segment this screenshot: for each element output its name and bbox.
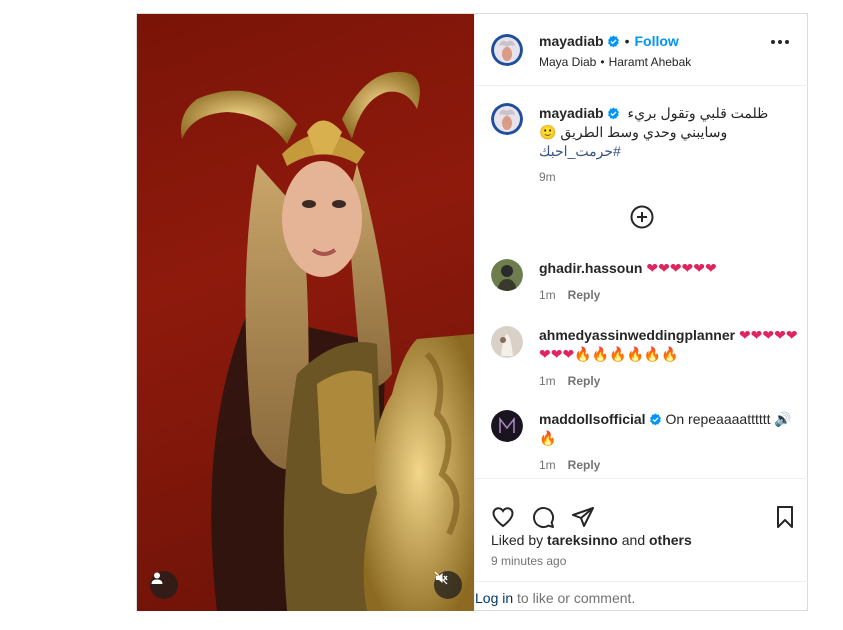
share-icon	[572, 507, 594, 527]
like-button[interactable]	[491, 505, 515, 534]
more-options-button[interactable]	[771, 40, 789, 44]
audio-title[interactable]: Haramt Ahebak	[609, 55, 692, 69]
comment-body: ghadir.hassoun ❤❤❤❤❤❤ 1m Reply	[539, 259, 799, 305]
verified-icon	[607, 107, 619, 120]
save-button[interactable]	[773, 505, 797, 534]
caption-line-2: وسايبني وحدي وسط الطريق 🙂	[539, 124, 728, 140]
avatar-image	[491, 410, 523, 442]
likes-summary: Liked by tareksinno and others	[491, 532, 692, 548]
likes-and: and	[621, 532, 646, 548]
avatar-image	[491, 103, 523, 135]
reply-button[interactable]: Reply	[568, 374, 601, 388]
login-rest-text: to like or comment.	[517, 590, 636, 606]
login-link[interactable]: Log in	[475, 590, 513, 606]
heart-icon	[492, 507, 514, 528]
mute-icon	[434, 571, 448, 585]
more-icon	[771, 40, 775, 44]
commenter-avatar[interactable]	[491, 326, 523, 358]
separator-dot: •	[624, 33, 630, 49]
comment-text: ❤❤❤❤❤❤	[646, 260, 717, 276]
caption: mayadiab ظلمت قلبي وتقول بريء وسايبني وح…	[539, 104, 779, 187]
audio-artist[interactable]: Maya Diab	[539, 55, 596, 69]
verified-icon	[607, 35, 619, 48]
comment-icon	[533, 507, 555, 529]
likes-others-link[interactable]: others	[649, 532, 692, 548]
load-more-comments-button[interactable]	[630, 205, 654, 234]
comment-time[interactable]: 1m	[539, 374, 556, 388]
comment-username[interactable]: ahmedyassinweddingplanner	[539, 327, 735, 343]
comment-body: ahmedyassinweddingplanner ❤❤❤❤❤❤❤❤🔥🔥🔥🔥🔥🔥…	[539, 326, 799, 391]
comment-username[interactable]: maddollsofficial	[539, 411, 646, 427]
header-subtitle: Maya Diab • Haramt Ahebak	[539, 55, 691, 69]
share-button[interactable]	[571, 505, 595, 534]
author-username[interactable]: mayadiab	[539, 33, 604, 49]
mute-button[interactable]	[434, 571, 462, 599]
login-prompt: Log in to like or comment.	[475, 581, 808, 611]
comment-time[interactable]: 1m	[539, 288, 556, 302]
author-avatar[interactable]	[491, 34, 523, 66]
comment-time[interactable]: 1m	[539, 458, 556, 472]
likes-prefix: Liked by	[491, 532, 544, 548]
comment-body: maddollsofficial On repeaaaatttttt 🔊🔥 1m…	[539, 410, 799, 475]
liker-username[interactable]: tareksinno	[547, 532, 618, 548]
caption-first-line: mayadiab ظلمت قلبي وتقول بريء	[539, 104, 779, 123]
avatar-image	[491, 34, 523, 66]
post-header: mayadiab • Follow Maya Diab • Haramt Ahebak	[475, 14, 808, 86]
reply-button[interactable]: Reply	[568, 458, 601, 472]
caption-time[interactable]: 9m	[539, 168, 779, 187]
avatar-image	[491, 326, 523, 358]
user-tag-button[interactable]	[150, 571, 178, 599]
commenter-avatar[interactable]	[491, 410, 523, 442]
reply-button[interactable]: Reply	[568, 288, 601, 302]
post-side-panel: mayadiab • Follow Maya Diab • Haramt Ahebak …	[474, 14, 808, 611]
post-media[interactable]	[137, 14, 474, 611]
avatar-image	[491, 259, 523, 291]
commenter-avatar[interactable]	[491, 259, 523, 291]
caption-avatar[interactable]	[491, 103, 523, 135]
user-icon	[151, 572, 163, 584]
comment-button[interactable]	[531, 505, 555, 534]
caption-username[interactable]: mayadiab	[539, 105, 604, 121]
add-circle-icon	[630, 205, 654, 229]
media-illustration	[181, 71, 474, 611]
instagram-post: mayadiab • Follow Maya Diab • Haramt Ahebak …	[136, 13, 808, 611]
follow-button[interactable]: Follow	[635, 33, 679, 49]
comment-username[interactable]: ghadir.hassoun	[539, 260, 642, 276]
verified-icon	[649, 413, 661, 426]
save-icon	[777, 506, 793, 528]
separator-dot: •	[600, 55, 605, 69]
post-timestamp[interactable]: 9 minutes ago	[491, 554, 566, 568]
caption-hashtag[interactable]: #حرمت_احبك	[539, 142, 779, 161]
caption-line-1: ظلمت قلبي وتقول بريء	[627, 105, 769, 121]
header-title-row: mayadiab • Follow	[539, 33, 679, 51]
